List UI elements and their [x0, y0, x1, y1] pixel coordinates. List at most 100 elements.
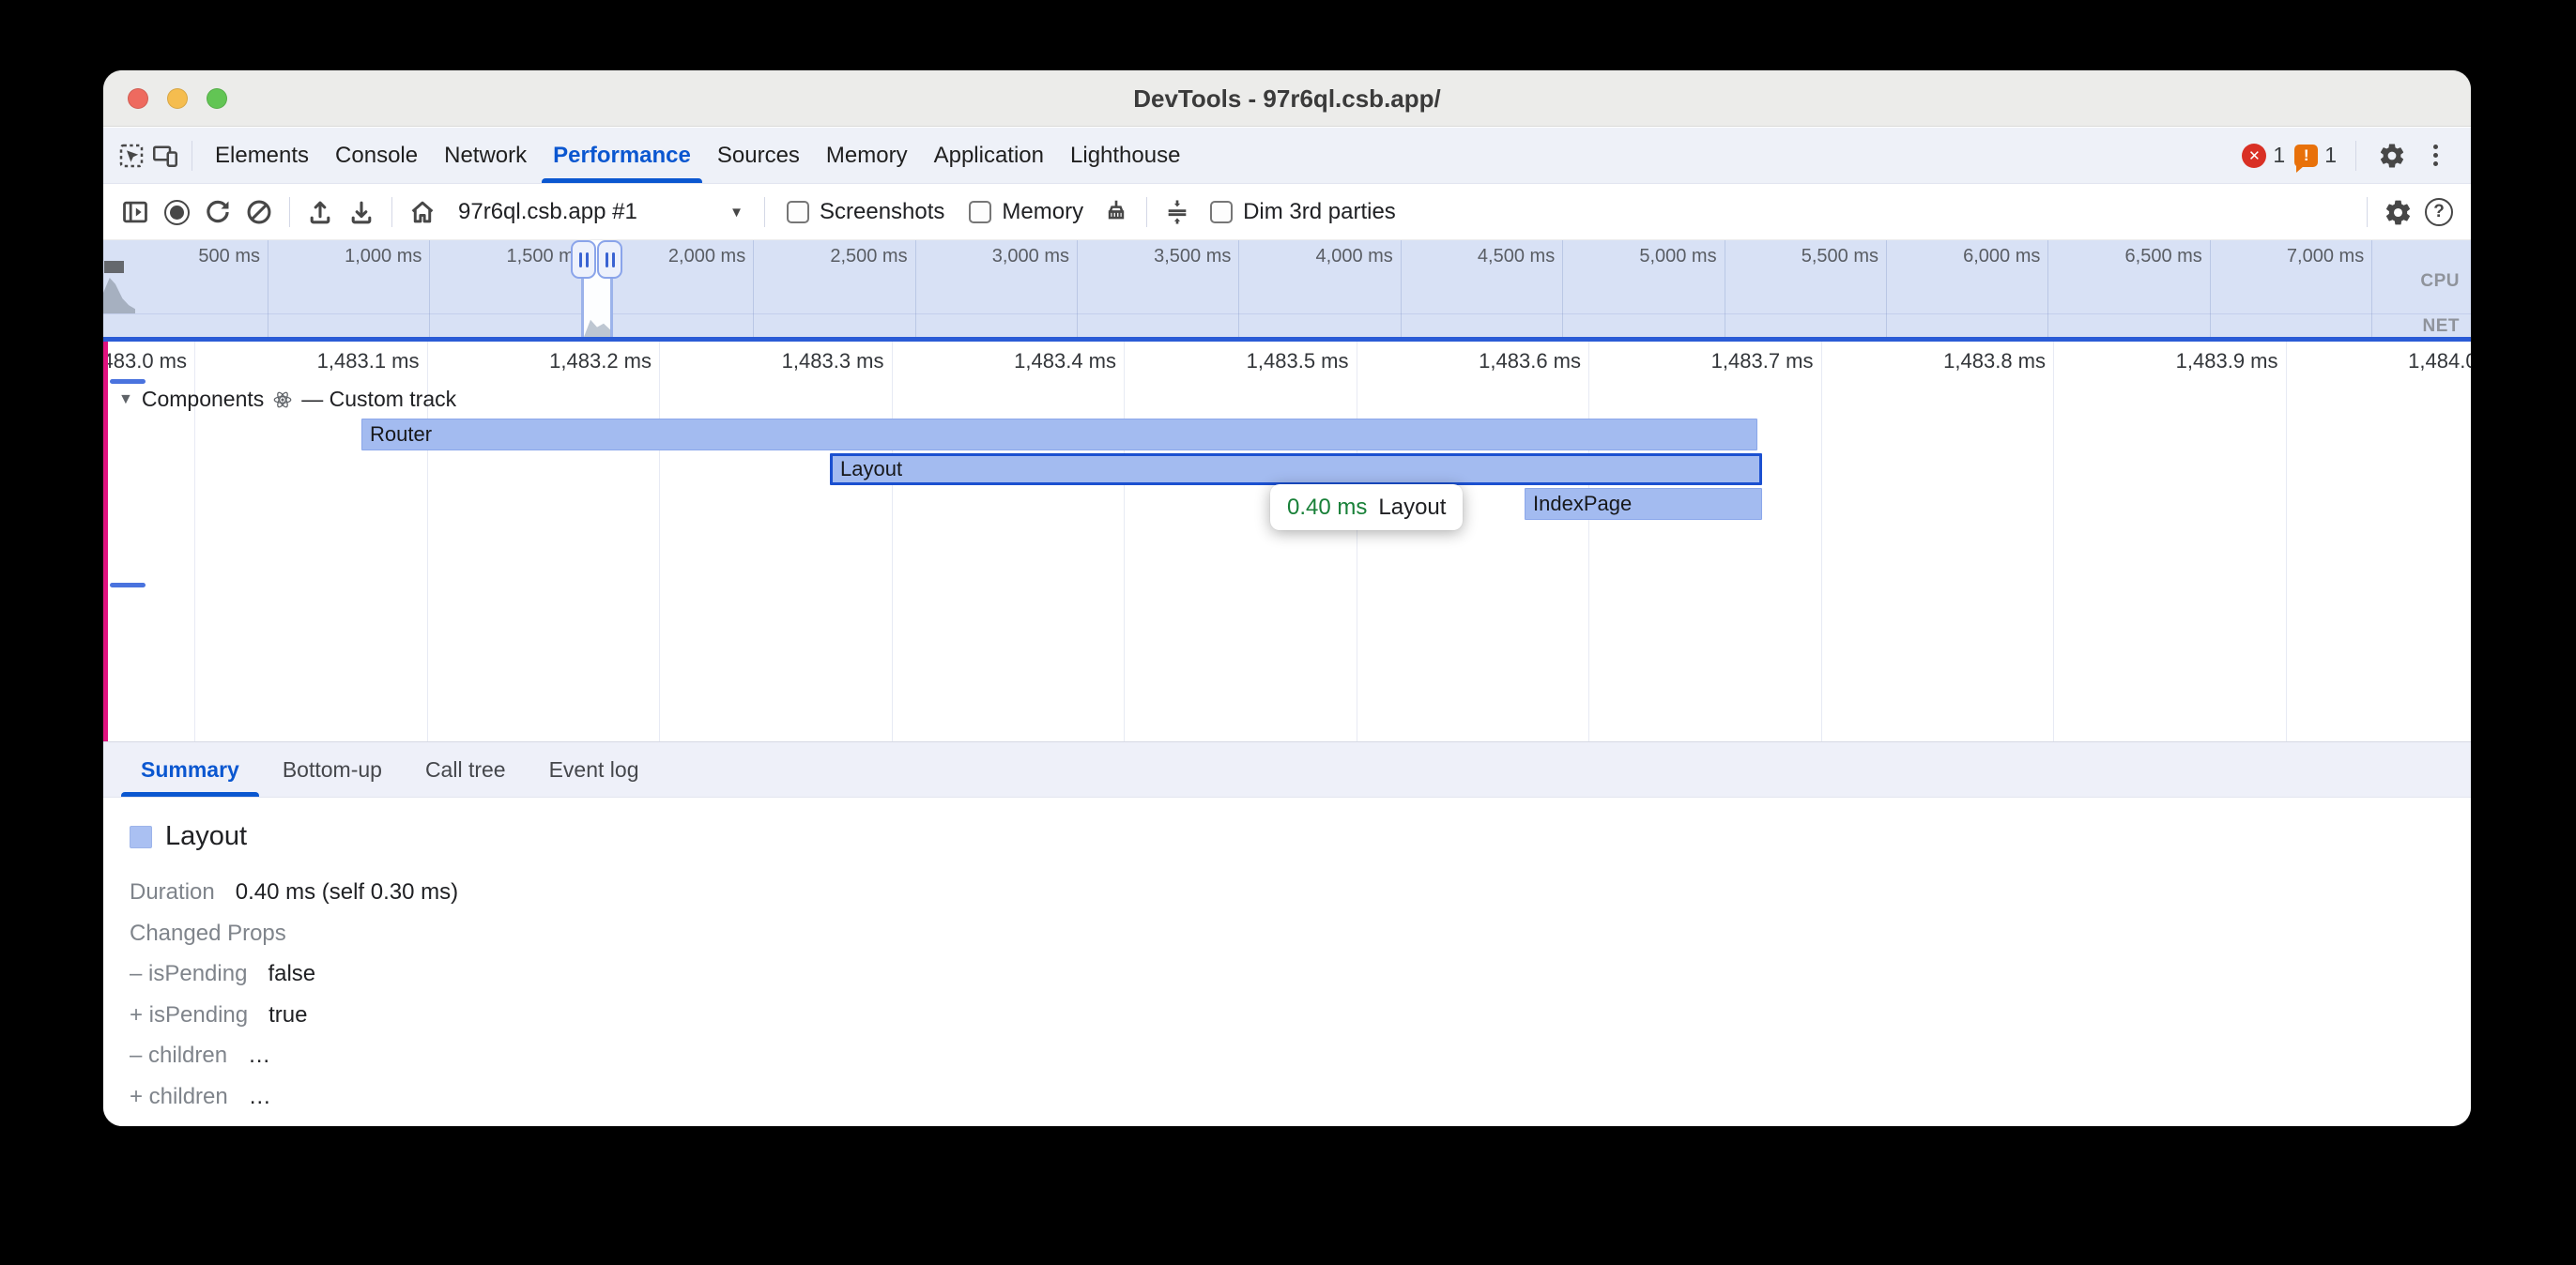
ruler-tick-label: 1,483.5 ms: [1247, 349, 1349, 373]
summary-row-value: …: [249, 1084, 271, 1109]
tabbar-status-area: ✕ 1 ! 1: [2242, 139, 2471, 173]
dropdown-caret-icon: ▼: [729, 205, 744, 221]
ruler-tick-label: 1,483.9 ms: [2176, 349, 2278, 373]
summary-row-label: + isPending: [130, 1002, 248, 1028]
cpu-activity-block: [104, 261, 124, 273]
track-suffix: — Custom track: [301, 387, 456, 412]
dim-3rd-parties-checkbox[interactable]: Dim 3rd parties: [1210, 199, 1396, 225]
load-profile-button[interactable]: [301, 193, 339, 231]
tooltip-event-name: Layout: [1378, 495, 1446, 521]
toolbar-separator: [764, 197, 765, 227]
settings-button[interactable]: [2375, 139, 2409, 173]
track-name: Components: [142, 387, 264, 412]
warning-icon: !: [2294, 145, 2318, 167]
track-header-components[interactable]: ▼ Components — Custom track: [118, 387, 456, 412]
tab-lighthouse[interactable]: Lighthouse: [1057, 128, 1193, 183]
save-profile-button[interactable]: [343, 193, 380, 231]
tab-network[interactable]: Network: [431, 128, 540, 183]
clear-button[interactable]: [240, 193, 278, 231]
device-toolbar-button[interactable]: [148, 139, 182, 173]
details-tabbar: SummaryBottom-upCall treeEvent log: [103, 741, 2471, 798]
record-button[interactable]: [158, 193, 195, 231]
summary-row-label: + children: [130, 1084, 228, 1109]
broom-icon: [1101, 197, 1131, 227]
checkbox-icon: [787, 201, 809, 223]
scroll-indicator: [110, 379, 146, 384]
overview-tick: [1238, 240, 1239, 337]
overview-tick-label: 2,000 ms: [668, 246, 745, 267]
flame-bar-indexpage[interactable]: IndexPage: [1525, 488, 1762, 520]
feedback-help-button[interactable]: ?: [2420, 193, 2458, 231]
toolbar-separator: [289, 197, 290, 227]
titlebar: DevTools - 97r6ql.csb.app/: [103, 70, 2471, 127]
tab-memory[interactable]: Memory: [813, 128, 921, 183]
memory-checkbox[interactable]: Memory: [969, 199, 1083, 225]
overview-tick-label: 4,500 ms: [1478, 246, 1555, 267]
block-icon: [244, 197, 274, 227]
inspect-icon: [117, 142, 146, 170]
reload-icon: [203, 197, 233, 227]
details-tab-bottom-up[interactable]: Bottom-up: [261, 742, 404, 797]
overview-tick-label: 6,000 ms: [1963, 246, 2040, 267]
checkbox-icon: [969, 201, 991, 223]
summary-row: – isPending false: [130, 953, 2445, 995]
summary-pane: Layout Duration0.40 ms (self 0.30 ms)Cha…: [103, 799, 2471, 1126]
ruler-tick-label: 1,483.3 ms: [782, 349, 884, 373]
overview-tick-label: 7,000 ms: [2287, 246, 2364, 267]
window-resize-handle-left[interactable]: [571, 240, 596, 279]
shortcuts-dialog-button[interactable]: [1158, 193, 1196, 231]
target-selector-dropdown[interactable]: 97r6ql.csb.app #1 ▼: [443, 199, 755, 225]
flame-bar-router[interactable]: Router: [361, 419, 1757, 450]
tab-console[interactable]: Console: [322, 128, 431, 183]
target-selector-value: 97r6ql.csb.app #1: [458, 199, 637, 225]
details-tab-event-log[interactable]: Event log: [528, 742, 661, 797]
compress-icon: [1162, 197, 1192, 227]
event-color-swatch: [130, 826, 152, 848]
tooltip-duration: 0.40 ms: [1287, 495, 1367, 521]
tab-application[interactable]: Application: [921, 128, 1057, 183]
collect-garbage-button[interactable]: [1097, 193, 1135, 231]
ruler-tick-label: 1,483.6 ms: [1479, 349, 1581, 373]
more-options-button[interactable]: [2418, 139, 2452, 173]
home-icon: [407, 197, 437, 227]
cpu-activity-graph: [103, 276, 135, 313]
warning-count: 1: [2324, 143, 2337, 168]
capture-settings-button[interactable]: [2379, 193, 2416, 231]
window-resize-handle-right[interactable]: [597, 240, 622, 279]
inspect-element-button[interactable]: [115, 139, 148, 173]
summary-event-title: Layout: [165, 821, 247, 852]
summary-row: – children…: [130, 1035, 2445, 1076]
tab-sources[interactable]: Sources: [704, 128, 813, 183]
ruler-gridline: [1588, 342, 1589, 741]
tabbar-separator: [2355, 141, 2356, 171]
ruler-gridline: [2053, 342, 2054, 741]
device-toolbar-icon: [151, 142, 179, 170]
screenshots-checkbox[interactable]: Screenshots: [787, 199, 944, 225]
track-highlight-marker: [103, 342, 108, 741]
summary-row-label: – isPending: [130, 961, 247, 986]
overview-tick: [1886, 240, 1887, 337]
flame-bar-layout[interactable]: Layout: [830, 453, 1762, 485]
tab-performance[interactable]: Performance: [540, 128, 704, 183]
kebab-menu-icon: [2433, 145, 2438, 166]
warning-count-chip[interactable]: ! 1: [2294, 143, 2337, 168]
timeline-overview[interactable]: CPU NET 500 ms1,000 ms1,500 ms2,000 ms2,…: [103, 240, 2471, 342]
toggle-sidebar-button[interactable]: [116, 193, 154, 231]
summary-row-value: false: [268, 961, 315, 986]
ruler-tick-label: 1,483.0 ms: [103, 349, 187, 373]
home-button[interactable]: [404, 193, 441, 231]
ruler-gridline: [1124, 342, 1125, 741]
overview-tick-label: 500 ms: [198, 246, 260, 267]
cpu-lane-label: CPU: [2420, 271, 2460, 292]
flame-chart-area[interactable]: ▼ Components — Custom track 0.40 ms Layo…: [103, 342, 2471, 741]
event-tooltip: 0.40 ms Layout: [1270, 484, 1463, 530]
error-count-chip[interactable]: ✕ 1: [2242, 143, 2285, 168]
gear-icon: [2384, 198, 2413, 227]
ruler-tick-label: 1,484.0 ms: [2408, 349, 2471, 373]
details-tab-call-tree[interactable]: Call tree: [404, 742, 528, 797]
reload-and-record-button[interactable]: [199, 193, 237, 231]
tab-elements[interactable]: Elements: [202, 128, 322, 183]
net-lane-divider: [103, 313, 2471, 314]
details-tab-summary[interactable]: Summary: [119, 742, 261, 797]
upload-icon: [305, 197, 335, 227]
